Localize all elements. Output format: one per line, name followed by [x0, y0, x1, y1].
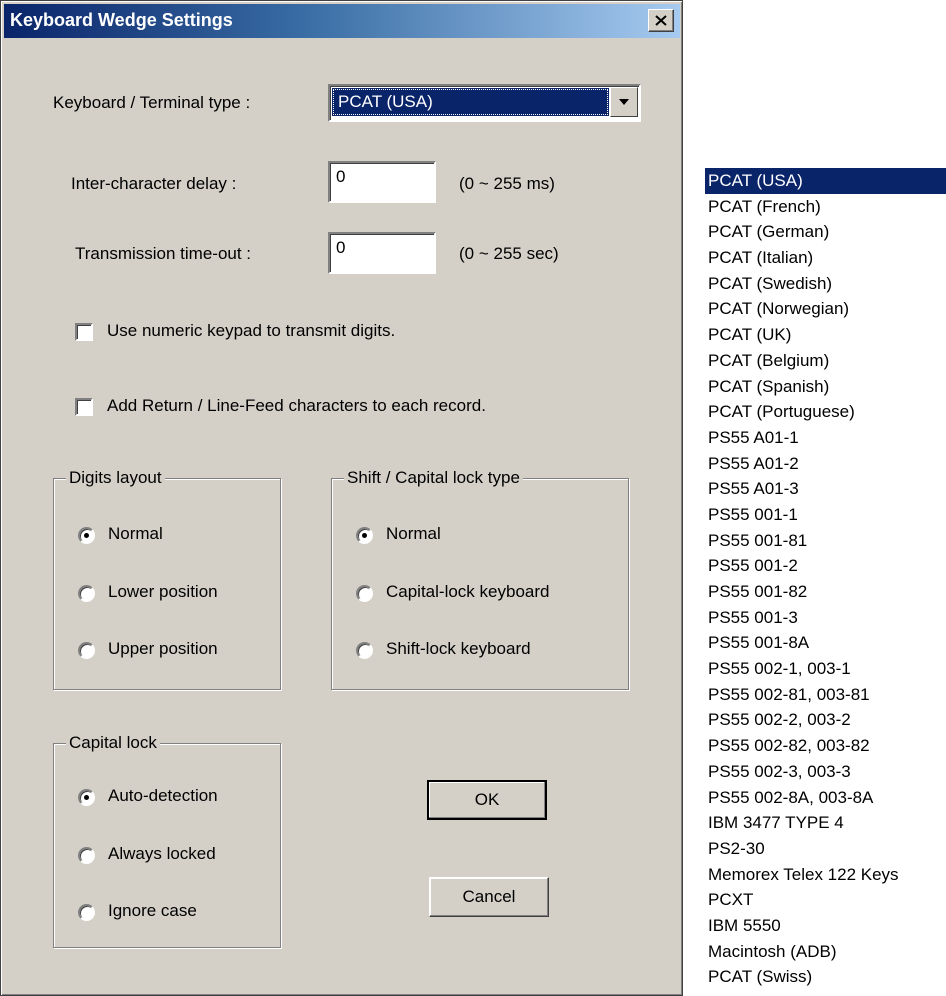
capital-ignore-label[interactable]: Ignore case [108, 901, 197, 921]
dropdown-option[interactable]: PS55 A01-1 [705, 425, 946, 451]
dropdown-option[interactable]: PCAT (Spanish) [705, 374, 946, 400]
dropdown-option[interactable]: PS55 002-82, 003-82 [705, 733, 946, 759]
dropdown-option[interactable]: IBM 5550 [705, 913, 946, 939]
dropdown-option[interactable]: Macintosh (ADB) [705, 939, 946, 965]
dropdown-option[interactable]: PCAT (Belgium) [705, 348, 946, 374]
dropdown-option[interactable]: PCAT (USA) [705, 168, 946, 194]
radio-selected-dot [362, 533, 367, 538]
capital-always-radio[interactable] [78, 847, 95, 864]
keyboard-wedge-dialog: Keyboard Wedge Settings Keyboard / Termi… [0, 0, 683, 996]
return-linefeed-checkbox[interactable] [75, 398, 93, 416]
dropdown-option[interactable]: Memorex Telex 122 Keys [705, 862, 946, 888]
capital-always-label[interactable]: Always locked [108, 844, 216, 864]
dropdown-option[interactable]: PCAT (Portuguese) [705, 399, 946, 425]
inter-char-delay-label: Inter-character delay : [71, 174, 237, 193]
dropdown-option[interactable]: PCAT (Swedish) [705, 271, 946, 297]
digits-lower-label[interactable]: Lower position [108, 582, 218, 602]
inter-char-delay-input[interactable]: 0 [328, 161, 436, 203]
dropdown-option[interactable]: PS55 002-2, 003-2 [705, 707, 946, 733]
radio-selected-dot [84, 533, 89, 538]
transmission-timeout-range: (0 ~ 255 sec) [459, 244, 559, 263]
dropdown-option[interactable]: PS55 001-2 [705, 553, 946, 579]
dropdown-option[interactable]: PS55 A01-3 [705, 476, 946, 502]
shift-shift-lock-label[interactable]: Shift-lock keyboard [386, 639, 531, 659]
inter-char-delay-range: (0 ~ 255 ms) [459, 174, 555, 193]
radio-selected-dot [84, 795, 89, 800]
keyboard-type-label: Keyboard / Terminal type : [53, 93, 251, 112]
capital-auto-radio[interactable] [78, 789, 95, 806]
dropdown-option[interactable]: PS55 001-82 [705, 579, 946, 605]
transmission-timeout-label: Transmission time-out : [75, 244, 252, 263]
dropdown-option[interactable]: PS55 A01-2 [705, 451, 946, 477]
digits-lower-radio[interactable] [78, 585, 95, 602]
dropdown-option[interactable]: PCAT (Norwegian) [705, 296, 946, 322]
capital-lock-title: Capital lock [66, 733, 160, 753]
dropdown-option[interactable]: PS55 001-8A [705, 630, 946, 656]
dropdown-option[interactable]: PS55 001-81 [705, 528, 946, 554]
dropdown-option[interactable]: PS2-30 [705, 836, 946, 862]
inter-char-delay-value: 0 [336, 167, 346, 186]
dropdown-option[interactable]: PCAT (Swiss) [705, 964, 946, 990]
digits-normal-radio[interactable] [78, 527, 95, 544]
shift-capital-lock-radio[interactable] [356, 585, 373, 602]
close-icon [655, 15, 667, 26]
dropdown-option[interactable]: PS55 002-3, 003-3 [705, 759, 946, 785]
cancel-button[interactable]: Cancel [429, 877, 549, 917]
shift-lock-title: Shift / Capital lock type [344, 468, 523, 488]
keyboard-type-value: PCAT (USA) [332, 88, 609, 116]
transmission-timeout-input[interactable]: 0 [328, 232, 436, 274]
shift-normal-radio[interactable] [356, 527, 373, 544]
numeric-keypad-checkbox[interactable] [75, 323, 93, 341]
capital-ignore-radio[interactable] [78, 904, 95, 921]
digits-layout-title: Digits layout [66, 468, 165, 488]
dropdown-option[interactable]: PCAT (Italian) [705, 245, 946, 271]
dropdown-option[interactable]: PCAT (German) [705, 219, 946, 245]
ok-button[interactable]: OK [427, 780, 547, 820]
dropdown-option[interactable]: PS55 001-1 [705, 502, 946, 528]
dropdown-option[interactable]: PS55 002-81, 003-81 [705, 682, 946, 708]
keyboard-type-combo[interactable]: PCAT (USA) [328, 84, 641, 122]
digits-upper-radio[interactable] [78, 642, 95, 659]
return-linefeed-label[interactable]: Add Return / Line-Feed characters to eac… [107, 396, 486, 416]
transmission-timeout-value: 0 [336, 238, 346, 257]
dropdown-option[interactable]: IBM 3477 TYPE 4 [705, 810, 946, 836]
dialog-title: Keyboard Wedge Settings [10, 10, 233, 30]
dropdown-option[interactable]: PCAT (French) [705, 194, 946, 220]
chevron-down-icon [619, 98, 629, 105]
close-button[interactable] [648, 9, 674, 32]
shift-capital-lock-label[interactable]: Capital-lock keyboard [386, 582, 549, 602]
capital-auto-label[interactable]: Auto-detection [108, 786, 218, 806]
digits-upper-label[interactable]: Upper position [108, 639, 218, 659]
title-bar[interactable]: Keyboard Wedge Settings [4, 4, 680, 38]
digits-normal-label[interactable]: Normal [108, 524, 163, 544]
shift-normal-label[interactable]: Normal [386, 524, 441, 544]
combo-dropdown-button[interactable] [610, 87, 638, 117]
dropdown-option[interactable]: PS55 001-3 [705, 605, 946, 631]
dropdown-option[interactable]: PCAT (UK) [705, 322, 946, 348]
numeric-keypad-label[interactable]: Use numeric keypad to transmit digits. [107, 321, 395, 341]
dropdown-option[interactable]: PS55 002-8A, 003-8A [705, 785, 946, 811]
shift-shift-lock-radio[interactable] [356, 642, 373, 659]
keyboard-type-dropdown-list: PCAT (USA) PCAT (French) PCAT (German) PCAT… [705, 168, 946, 990]
dropdown-option[interactable]: PCXT [705, 887, 946, 913]
dropdown-option[interactable]: PS55 002-1, 003-1 [705, 656, 946, 682]
